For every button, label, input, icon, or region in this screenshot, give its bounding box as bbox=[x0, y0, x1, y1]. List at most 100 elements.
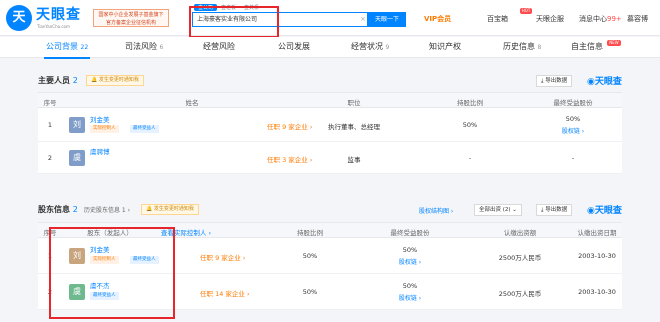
holders-count: 2 bbox=[72, 205, 78, 214]
tab-operating-risk[interactable]: 经营风险 bbox=[203, 41, 235, 52]
tab-company-development[interactable]: 公司发展 bbox=[278, 41, 310, 52]
tab-label: 公司发展 bbox=[278, 42, 310, 51]
download-icon: ⤓ bbox=[541, 207, 544, 213]
subscribed-date: 2003-10-30 bbox=[578, 288, 616, 296]
benefit-share: 50% bbox=[402, 282, 418, 290]
tab-judicial-risk[interactable]: 司法风险 6 bbox=[125, 41, 163, 52]
holders-notify-toggle[interactable]: 🔔 发生变更时通知我 bbox=[141, 204, 199, 215]
capital-filter-select[interactable]: 全部出资 (2) ⌄ bbox=[474, 204, 522, 216]
download-icon: ⤓ bbox=[541, 78, 544, 84]
equity-chain-link[interactable]: 股权链 › bbox=[399, 257, 421, 266]
tab-label: 经营状况 bbox=[351, 42, 383, 51]
staff-col-ratio: 持股比例 bbox=[457, 99, 483, 107]
share-ratio: 50% bbox=[302, 252, 318, 260]
person-name-link[interactable]: 刘金美 bbox=[90, 114, 110, 124]
search-button[interactable]: 天眼一下 bbox=[368, 12, 406, 27]
tab-label: 知识产权 bbox=[429, 42, 461, 51]
actual-controller-tag: 实际控制人 bbox=[90, 125, 119, 133]
tab-label: 自主信息 bbox=[571, 42, 603, 51]
chevron-down-icon: ⌄ bbox=[512, 207, 517, 213]
row-no: 2 bbox=[47, 154, 53, 162]
holders-export-button[interactable]: ⤓ 导出数据 bbox=[536, 204, 573, 216]
holders-col-capital: 认缴出资额 bbox=[503, 229, 537, 237]
staff-notify-label: 发生变更时通知我 bbox=[98, 77, 139, 83]
active-tab-indicator bbox=[44, 57, 90, 59]
holders-notify-label: 发生变更时通知我 bbox=[153, 206, 194, 212]
vip-link[interactable]: VIP会员 bbox=[424, 14, 451, 24]
table-row: 1 刘 刘金美 实际控制人 最终受益人 任职 9 家企业 › 执行董事、总经理 … bbox=[38, 108, 622, 142]
tab-label: 经营风险 bbox=[203, 42, 235, 51]
bell-icon: 🔔 bbox=[146, 206, 153, 212]
staff-count: 2 bbox=[72, 76, 78, 85]
tab-label: 司法风险 bbox=[125, 42, 157, 51]
bell-icon: 🔔 bbox=[91, 77, 98, 83]
benefit-share: - bbox=[571, 154, 575, 162]
shareholder-highlight-box bbox=[49, 227, 175, 319]
holders-section-title: 股东信息 2 bbox=[38, 204, 78, 215]
share-ratio: - bbox=[468, 154, 472, 162]
staff-watermark: ◉天眼查 bbox=[587, 74, 622, 87]
staff-export-label: 导出数据 bbox=[545, 78, 568, 84]
table-row: 2 虞 虞骋博 任职 3 家企业 › 监事 - - bbox=[38, 142, 622, 174]
baibao-link[interactable]: 百宝箱 bbox=[487, 14, 508, 24]
tab-intellectual-property[interactable]: 知识产权 bbox=[429, 41, 461, 52]
tab-label: 历史信息 bbox=[503, 42, 535, 51]
position: 监事 bbox=[347, 156, 361, 164]
benefit-share: 50% bbox=[565, 115, 581, 123]
share-ratio: 50% bbox=[302, 288, 318, 296]
staff-section-title: 主要人员 2 bbox=[38, 75, 78, 86]
holders-watermark: ◉天眼查 bbox=[587, 203, 622, 216]
new-badge: NEW bbox=[607, 40, 621, 46]
tianyancha-logo-icon[interactable]: 天 bbox=[6, 5, 32, 31]
staff-export-button[interactable]: ⤓ 导出数据 bbox=[536, 75, 573, 87]
staff-col-position: 职位 bbox=[347, 99, 361, 107]
companies-link[interactable]: 任职 9 家企业 › bbox=[200, 252, 245, 262]
subscribed-date: 2003-10-30 bbox=[578, 252, 616, 260]
holders-col-date: 认缴出资日期 bbox=[577, 229, 617, 237]
qifu-link[interactable]: 天眼企服 bbox=[536, 14, 564, 24]
capital-filter-value: 全部出资 (2) bbox=[479, 207, 511, 213]
official-badge: 国家中小企业发展子基金旗下 官方备案企业征信机构 bbox=[93, 9, 169, 27]
share-ratio: 50% bbox=[462, 121, 478, 129]
staff-notify-toggle[interactable]: 🔔 发生变更时通知我 bbox=[86, 75, 144, 86]
tab-label: 公司背景 bbox=[46, 42, 78, 51]
search-highlight-box bbox=[189, 6, 279, 38]
tab-self-info[interactable]: 自主信息 bbox=[571, 41, 603, 52]
tab-company-background[interactable]: 公司背景 22 bbox=[46, 41, 88, 52]
equity-chain-link[interactable]: 股权链 › bbox=[562, 126, 584, 135]
avatar[interactable]: 虞 bbox=[69, 150, 85, 166]
history-holders-link[interactable]: 历史股东信息 1 › bbox=[84, 205, 130, 214]
holders-watermark-text: 天眼查 bbox=[594, 206, 622, 216]
message-count: 99+ bbox=[607, 15, 622, 23]
user-menu[interactable]: 慕容博 bbox=[627, 14, 648, 24]
tab-count: 8 bbox=[537, 44, 542, 51]
final-beneficiary-tag: 最终受益人 bbox=[130, 125, 159, 133]
equity-structure-link[interactable]: 股权结构图 › bbox=[419, 206, 453, 215]
benefit-share: 50% bbox=[402, 246, 418, 254]
tab-operating-status[interactable]: 经营状况 9 bbox=[351, 41, 389, 52]
equity-chain-link[interactable]: 股权链 › bbox=[399, 293, 421, 302]
message-center-label: 消息中心 bbox=[579, 15, 607, 23]
staff-title: 主要人员 bbox=[38, 76, 70, 85]
section-tabs: 公司背景 22 司法风险 6 经营风险 公司发展 经营状况 9 知识产权 历史信… bbox=[0, 37, 660, 58]
tab-history[interactable]: 历史信息 8 bbox=[503, 41, 541, 52]
staff-col-name: 姓名 bbox=[185, 99, 199, 107]
person-name-link[interactable]: 虞骋博 bbox=[90, 146, 110, 156]
staff-col-no: 序号 bbox=[43, 99, 57, 107]
subscribed-capital: 2500万人民币 bbox=[498, 254, 542, 262]
tab-count: 9 bbox=[385, 44, 390, 51]
companies-link[interactable]: 任职 3 家企业 › bbox=[267, 154, 312, 164]
clear-search-icon[interactable]: × bbox=[358, 12, 368, 27]
watermark-logo-icon: ◉ bbox=[587, 77, 595, 87]
row-no: 1 bbox=[47, 121, 53, 129]
avatar[interactable]: 刘 bbox=[69, 117, 85, 133]
staff-watermark-text: 天眼查 bbox=[594, 77, 622, 87]
holders-title: 股东信息 bbox=[38, 205, 70, 214]
companies-link[interactable]: 任职 14 家企业 › bbox=[200, 288, 250, 298]
holders-export-label: 导出数据 bbox=[545, 207, 568, 213]
official-badge-text: 国家中小企业发展子基金旗下 官方备案企业征信机构 bbox=[98, 12, 164, 26]
message-center-link[interactable]: 消息中心99+ bbox=[579, 14, 622, 24]
brand-name[interactable]: 天眼查 bbox=[36, 4, 81, 24]
companies-link[interactable]: 任职 9 家企业 › bbox=[267, 121, 312, 131]
top-header: 天 天眼查 TianYanCha.com 国家中小企业发展子基金旗下 官方备案企… bbox=[0, 0, 660, 36]
